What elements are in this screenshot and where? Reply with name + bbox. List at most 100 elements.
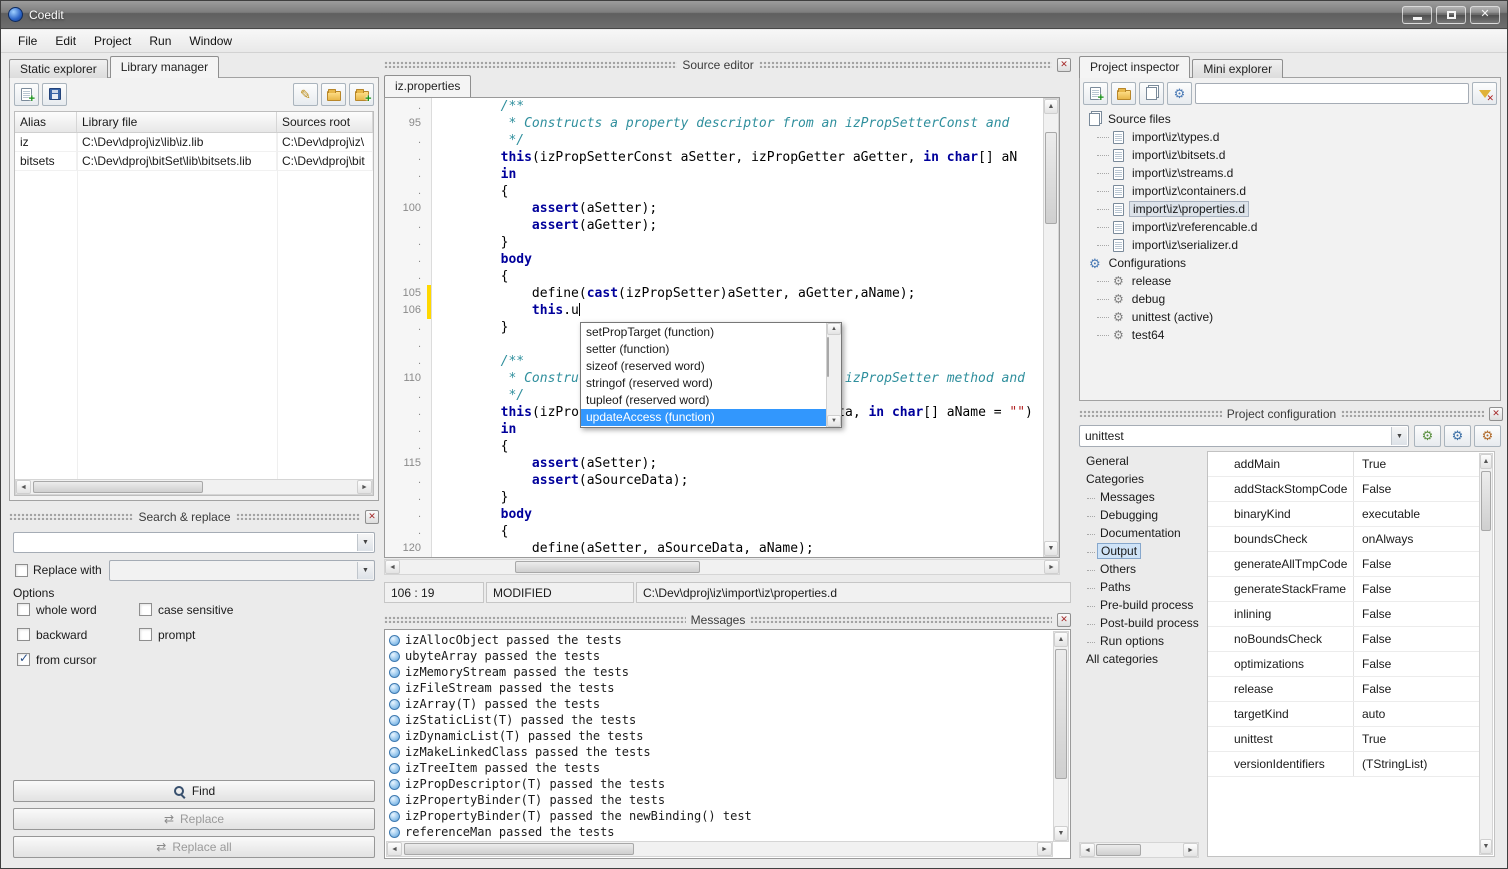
maximize-button[interactable] (1436, 6, 1466, 24)
column-header-alias[interactable]: Alias (15, 112, 77, 132)
menu-window[interactable]: Window (180, 31, 241, 51)
scrollbar-thumb[interactable] (404, 843, 634, 855)
code-line[interactable]: 100 assert(aSetter); (385, 200, 1043, 217)
replace-button[interactable]: ⇄Replace (13, 808, 375, 830)
close-search-panel-button[interactable]: ✕ (365, 510, 379, 524)
close-source-editor-button[interactable]: ✕ (1057, 58, 1071, 72)
close-messages-button[interactable]: ✕ (1057, 613, 1071, 627)
message-item[interactable]: izStaticList(T) passed the tests (387, 712, 1053, 728)
code-line[interactable]: 105 define(cast(izPropSetter)aSetter, aG… (385, 285, 1043, 302)
code-line[interactable]: . body (385, 251, 1043, 268)
code-line[interactable]: 95 * Constructs a property descriptor fr… (385, 115, 1043, 132)
menu-run[interactable]: Run (140, 31, 180, 51)
code-line[interactable]: . { (385, 183, 1043, 200)
close-button[interactable]: ✕ (1470, 6, 1500, 24)
code-line[interactable]: . body (385, 506, 1043, 523)
clone-configuration-button[interactable]: ⚙ (1444, 425, 1471, 447)
completion-item[interactable]: tupleof (reserved word) (581, 392, 826, 409)
tab-library-manager[interactable]: Library manager (110, 56, 219, 78)
scroll-left-arrow[interactable]: ◄ (387, 842, 402, 856)
column-header-sources-root[interactable]: Sources root (277, 112, 373, 132)
scrollbar-thumb[interactable] (515, 561, 700, 573)
scroll-up-arrow[interactable]: ▲ (827, 323, 841, 335)
code-line[interactable]: 106 this.u (385, 302, 1043, 319)
property-value[interactable]: (TStringList) (1354, 752, 1479, 776)
replace-all-button[interactable]: ⇄Replace all (13, 836, 375, 858)
scrollbar-thumb[interactable] (1055, 649, 1067, 779)
property-row[interactable]: generateStackFrameFalse (1208, 577, 1479, 602)
tree-node-import-iz-bitsets-d[interactable]: import\iz\bitsets.d (1083, 146, 1497, 164)
tree-node-debug[interactable]: ⚙debug (1083, 290, 1497, 308)
message-item[interactable]: izAllocObject passed the tests (387, 632, 1053, 648)
message-item[interactable]: izMemoryStream passed the tests (387, 664, 1053, 680)
option-case-sensitive[interactable]: case sensitive (139, 603, 371, 619)
save-library-button[interactable] (42, 83, 67, 106)
completion-item[interactable]: stringof (reserved word) (581, 375, 826, 392)
code-line[interactable]: . /** (385, 98, 1043, 115)
property-value[interactable]: False (1354, 652, 1479, 676)
scroll-down-arrow[interactable]: ▼ (827, 415, 841, 427)
prompt-checkbox[interactable] (139, 628, 152, 641)
category-all-categories[interactable]: All categories (1079, 651, 1205, 669)
scrollbar-thumb[interactable] (827, 337, 829, 377)
code-line[interactable]: . this(izPropSetterConst aSetter, izProp… (385, 149, 1043, 166)
configuration-combobox[interactable]: unittest ▼ (1079, 425, 1409, 447)
code-line[interactable]: . { (385, 268, 1043, 285)
tree-node-import-iz-containers-d[interactable]: import\iz\containers.d (1083, 182, 1497, 200)
search-term-combobox[interactable]: ▼ (13, 532, 375, 553)
message-item[interactable]: izFileStream passed the tests (387, 680, 1053, 696)
property-value[interactable]: executable (1354, 502, 1479, 526)
category-documentation[interactable]: Documentation (1079, 525, 1205, 543)
minimize-button[interactable] (1402, 6, 1432, 24)
option-whole-word[interactable]: whole word (17, 603, 139, 619)
add-library-button[interactable]: + (14, 83, 39, 106)
chevron-down-icon[interactable]: ▼ (1391, 427, 1407, 445)
property-value[interactable]: auto (1354, 702, 1479, 726)
code-line[interactable]: . */ (385, 132, 1043, 149)
category-run-options[interactable]: Run options (1079, 633, 1205, 651)
scrollbar-thumb[interactable] (33, 481, 203, 493)
property-value[interactable]: onAlways (1354, 527, 1479, 551)
property-value[interactable]: False (1354, 477, 1479, 501)
property-value[interactable]: True (1354, 727, 1479, 751)
replace-term-combobox[interactable]: ▼ (109, 560, 375, 581)
message-item[interactable]: izArray(T) passed the tests (387, 696, 1053, 712)
categories-horizontal-scrollbar[interactable]: ◄ ► (1079, 842, 1199, 858)
editor-vertical-scrollbar[interactable]: ▲ ▼ (1043, 98, 1059, 557)
scroll-up-arrow[interactable]: ▲ (1044, 99, 1058, 114)
scroll-right-arrow[interactable]: ► (1183, 843, 1198, 857)
scrollbar-thumb[interactable] (1096, 844, 1141, 856)
code-line[interactable]: . } (385, 489, 1043, 506)
code-line[interactable]: . assert(aSourceData); (385, 472, 1043, 489)
property-row[interactable]: addStackStompCodeFalse (1208, 477, 1479, 502)
scrollbar-thumb[interactable] (1045, 132, 1057, 224)
category-paths[interactable]: Paths (1079, 579, 1205, 597)
option-prompt[interactable]: prompt (139, 628, 371, 644)
scroll-up-arrow[interactable]: ▲ (1480, 454, 1492, 469)
tab-static-explorer[interactable]: Static explorer (9, 59, 108, 78)
search-replace-header[interactable]: Search & replace ✕ (9, 509, 379, 524)
message-item[interactable]: izMakeLinkedClass passed the tests (387, 744, 1053, 760)
message-item[interactable]: izDynamicList(T) passed the tests (387, 728, 1053, 744)
tree-node-import-iz-types-d[interactable]: import\iz\types.d (1083, 128, 1497, 146)
tree-node-source-files[interactable]: Source files (1083, 110, 1497, 128)
filter-input[interactable] (1195, 83, 1469, 104)
menu-file[interactable]: File (9, 31, 46, 51)
tree-node-import-iz-serializer-d[interactable]: import\iz\serializer.d (1083, 236, 1497, 254)
clear-filter-button[interactable]: ✕ (1472, 82, 1497, 105)
property-value[interactable]: False (1354, 552, 1479, 576)
column-header-library-file[interactable]: Library file (77, 112, 277, 132)
category-categories[interactable]: Categories (1079, 471, 1205, 489)
tree-node-unittest-active[interactable]: ⚙unittest (active) (1083, 308, 1497, 326)
tools-button[interactable]: ⚙ (1167, 82, 1192, 105)
grid-vertical-scrollbar[interactable]: ▲ ▼ (1479, 453, 1493, 855)
find-button[interactable]: Find (13, 780, 375, 802)
property-row[interactable]: releaseFalse (1208, 677, 1479, 702)
completion-item[interactable]: setPropTarget (function) (581, 324, 826, 341)
add-configuration-button[interactable]: ⚙ (1414, 425, 1441, 447)
completion-scrollbar[interactable]: ▲ ▼ (826, 323, 841, 427)
tree-node-import-iz-referencable-d[interactable]: import\iz\referencable.d (1083, 218, 1497, 236)
property-row[interactable]: addMainTrue (1208, 452, 1479, 477)
scroll-down-arrow[interactable]: ▼ (1480, 839, 1492, 854)
chevron-down-icon[interactable]: ▼ (357, 534, 373, 551)
